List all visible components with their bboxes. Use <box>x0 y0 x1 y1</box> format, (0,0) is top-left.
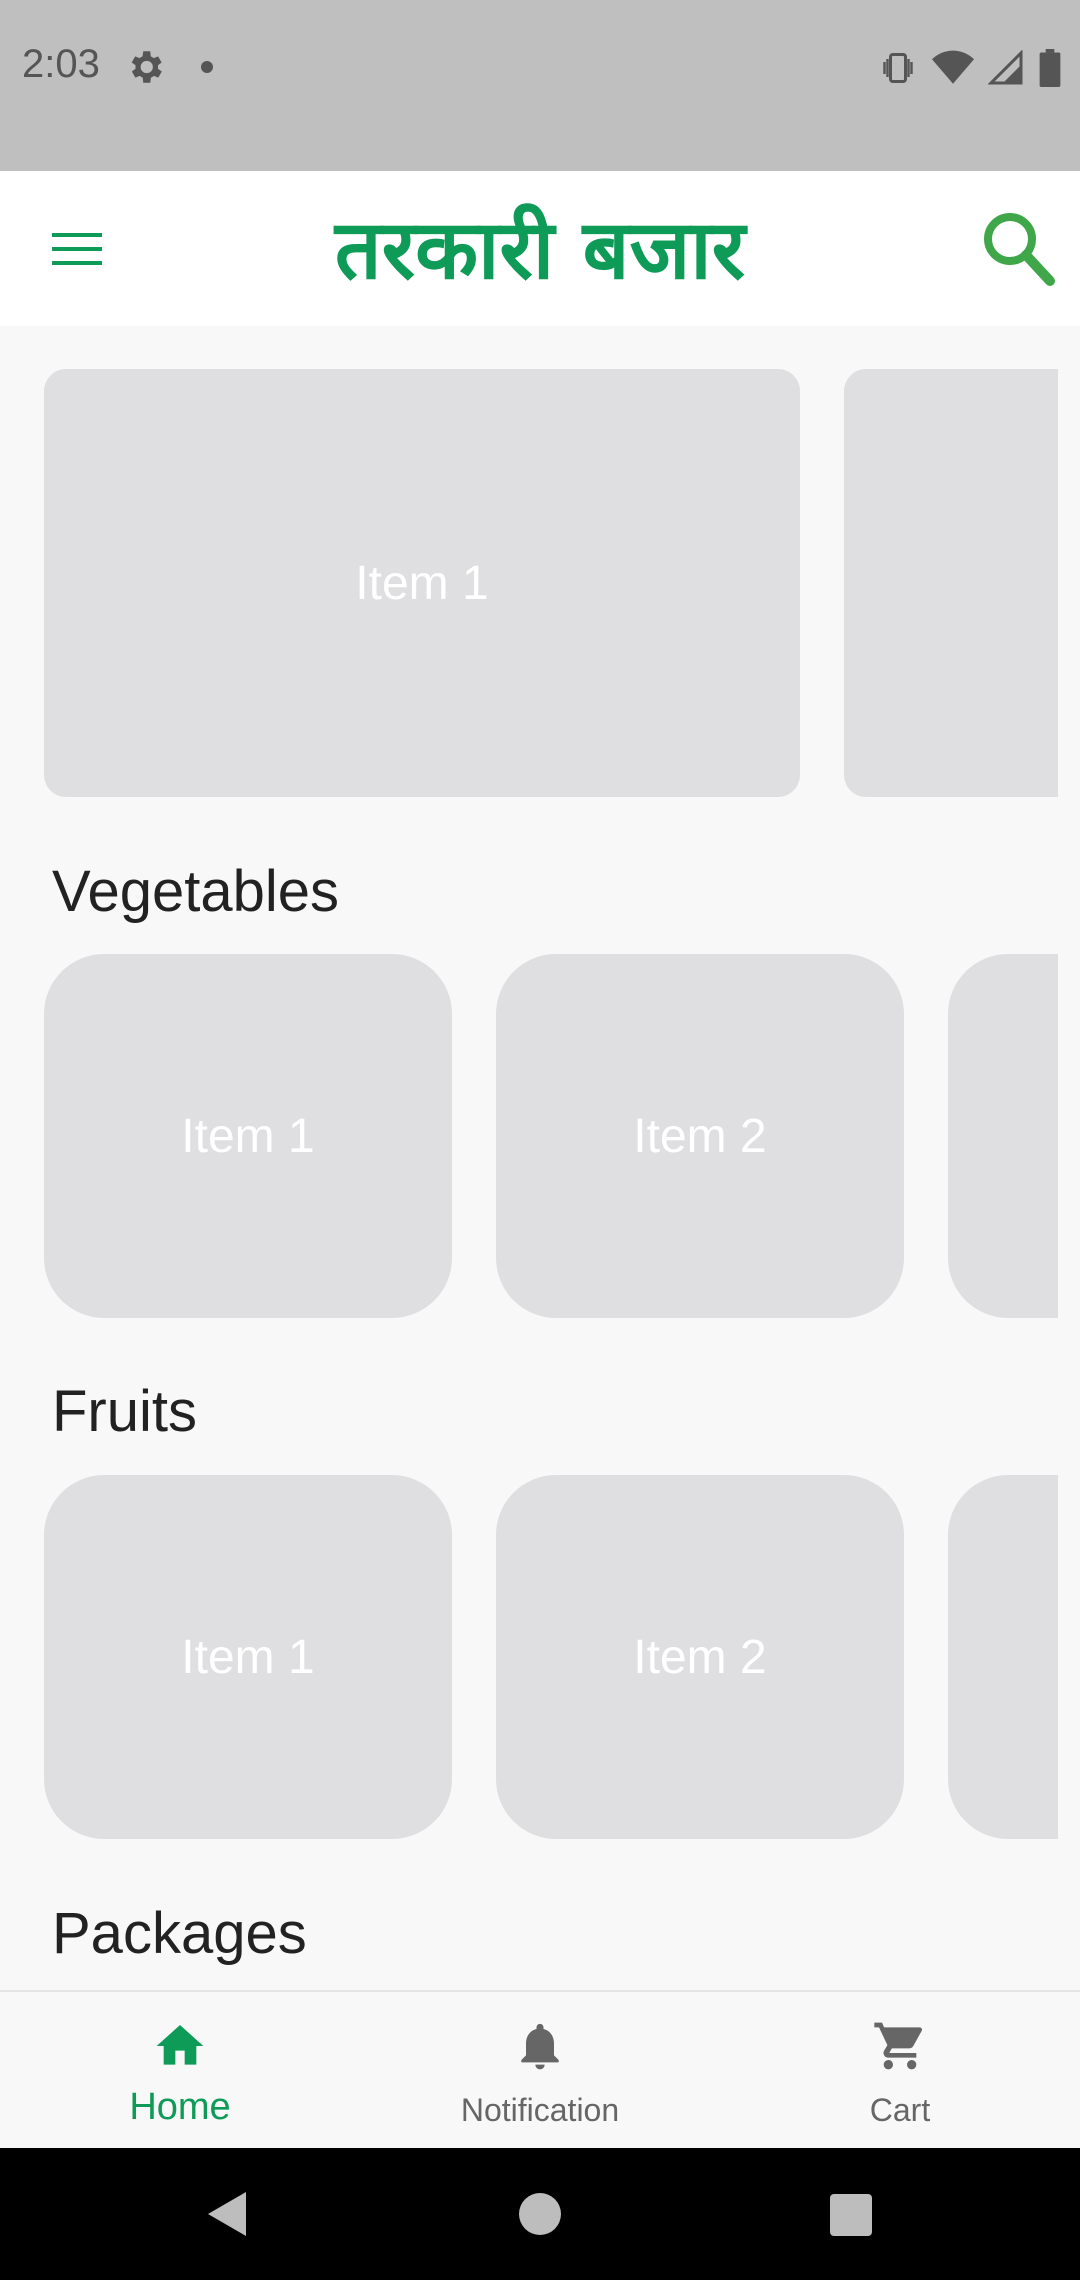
battery-icon <box>1039 49 1061 87</box>
item-label: Item 2 <box>633 1109 767 1163</box>
fruit-item-card[interactable] <box>948 1475 1058 1839</box>
cart-icon <box>874 2022 923 2070</box>
search-icon[interactable] <box>976 207 1060 291</box>
home-icon <box>156 2025 204 2065</box>
bottom-navigation: Home Notification Cart <box>0 1990 1080 2150</box>
vegetable-item-card[interactable] <box>948 954 1058 1318</box>
home-nav-icon[interactable] <box>508 2182 572 2246</box>
section-title-vegetables: Vegetables <box>52 859 340 924</box>
wifi-icon <box>932 50 974 84</box>
item-label: Item 1 <box>181 1630 315 1684</box>
section-title-packages: Packages <box>52 1901 307 1966</box>
back-icon[interactable] <box>194 2182 258 2246</box>
vegetable-item-card[interactable]: Item 2 <box>496 954 904 1318</box>
settings-icon <box>131 51 162 83</box>
signal-icon <box>988 50 1023 85</box>
vegetable-item-card[interactable]: Item 1 <box>44 954 452 1318</box>
fruit-item-card[interactable]: Item 2 <box>496 1475 904 1839</box>
app-title: तरकारी बजार <box>334 203 746 298</box>
status-time: 2:03 <box>22 42 100 86</box>
banner-card-label: Item 1 <box>355 556 489 610</box>
notification-dot-icon <box>201 61 213 73</box>
banner-card[interactable]: Item 1 <box>44 369 800 797</box>
section-title-fruits: Fruits <box>52 1379 197 1444</box>
app-bar: तरकारी बजार <box>0 171 1080 326</box>
nav-label-cart: Cart <box>869 2092 931 2128</box>
item-label: Item 1 <box>181 1109 315 1163</box>
item-label: Item 2 <box>633 1630 767 1684</box>
fruit-item-card[interactable]: Item 1 <box>44 1475 452 1839</box>
recents-icon[interactable] <box>818 2182 882 2246</box>
nav-label-notification: Notification <box>460 2092 620 2128</box>
vibrate-icon <box>883 53 913 83</box>
bell-icon <box>521 2023 559 2070</box>
banner-card[interactable] <box>844 369 1058 797</box>
status-icons <box>878 48 1062 88</box>
status-bar: 2:03 <box>0 0 1080 171</box>
nav-item-home[interactable]: Home <box>0 1992 360 2150</box>
system-navigation-bar <box>0 2148 1080 2280</box>
nav-item-cart[interactable]: Cart <box>720 1992 1080 2150</box>
nav-item-notification[interactable]: Notification <box>360 1992 720 2150</box>
nav-label-home: Home <box>129 2086 231 2128</box>
